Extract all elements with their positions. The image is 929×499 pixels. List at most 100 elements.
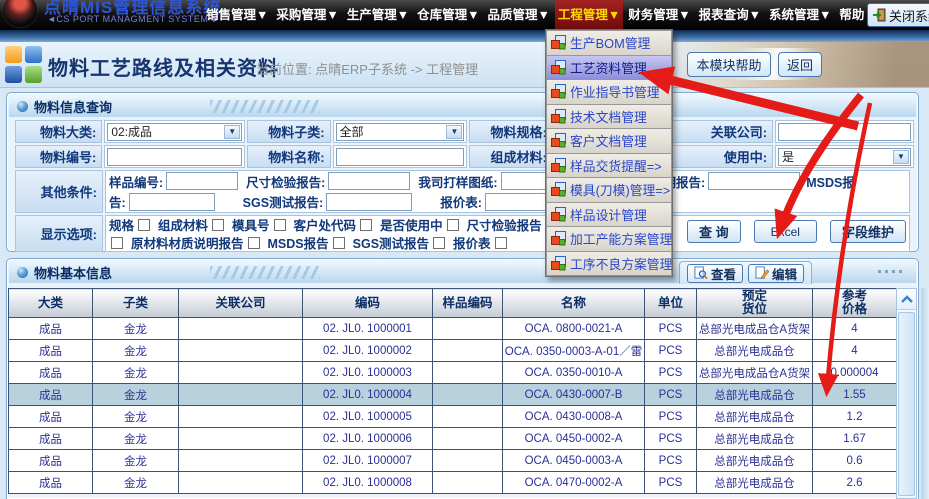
- msds-report-input[interactable]: [129, 193, 215, 211]
- query-panel-title: 物料信息查询: [34, 97, 112, 116]
- quotation-label: 报价表:: [440, 192, 482, 211]
- dropdown-item-work-instruction[interactable]: 作业指导书管理: [546, 79, 672, 105]
- window-squares-icon: [551, 256, 566, 271]
- opt-in-use-checkbox[interactable]: [447, 219, 459, 231]
- dropdown-item-capacity-plan[interactable]: 加工产能方案管理: [546, 226, 672, 252]
- opt-mold-checkbox[interactable]: [274, 219, 286, 231]
- view-button[interactable]: 查看: [687, 264, 743, 283]
- edit-button[interactable]: 编辑: [748, 264, 804, 283]
- table-scrollbar[interactable]: [896, 288, 917, 499]
- dropdown-item-process-data[interactable]: 工艺资料管理: [546, 55, 672, 81]
- table-row[interactable]: 成品金龙02. JL0. 1000002OCA. 0350-0003-A-01／…: [9, 340, 897, 362]
- module-icon: [5, 46, 42, 83]
- material-table: 大类 子类 关联公司 编码 样品编码 名称 单位 预定货位 参考价格 成品金龙0…: [8, 288, 897, 494]
- opt-mold-label: 模具号: [232, 215, 270, 234]
- opt-quotation-checkbox[interactable]: [495, 237, 507, 249]
- material-category-select[interactable]: 02:成品: [107, 123, 242, 141]
- opt-spec-checkbox[interactable]: [138, 219, 150, 231]
- dropdown-item-production-bom[interactable]: 生产BOM管理: [546, 30, 672, 56]
- menu-finance[interactable]: 财务管理▼: [625, 0, 693, 30]
- menu-production[interactable]: 生产管理▼: [344, 0, 412, 30]
- page-scrollbar-strip[interactable]: [921, 288, 929, 499]
- other-conditions-label: 其他条件:: [15, 170, 103, 213]
- opt-sgs-label: SGS测试报告: [353, 233, 429, 252]
- view-magnifier-icon: [694, 266, 708, 280]
- menu-quality[interactable]: 品质管理▼: [485, 0, 553, 30]
- form-row-1: 物料大类: 02:成品 物料子类: 全部 物料规格: 关联公司:: [15, 120, 914, 143]
- query-button[interactable]: 查 询: [687, 220, 741, 243]
- chevron-up-icon: [899, 294, 915, 304]
- table-row[interactable]: 成品金龙02. JL0. 1000007OCA. 0450-0003-APCS总…: [9, 450, 897, 472]
- table-row[interactable]: 成品金龙02. JL0. 1000006OCA. 0450-0002-APCS总…: [9, 428, 897, 450]
- dropdown-item-defect-plan[interactable]: 工序不良方案管理: [546, 251, 672, 277]
- related-company-label: 关联公司:: [670, 120, 773, 143]
- opt-our-drawing-checkbox[interactable]: [111, 237, 123, 249]
- dropdown-item-tech-docs[interactable]: 技术文档管理: [546, 104, 672, 130]
- opt-raw-report-checkbox[interactable]: [248, 237, 260, 249]
- other-conditions-content: 样品编号: 尺寸检验报告: 我司打样图纸: 原材料材质说明报告: MSDS报 告…: [105, 170, 910, 213]
- table-action-tab: 查看 编辑: [679, 261, 812, 284]
- chevron-down-icon[interactable]: [893, 150, 909, 164]
- window-squares-icon: [551, 158, 566, 173]
- menu-system[interactable]: 系统管理▼: [766, 0, 834, 30]
- opt-component-checkbox[interactable]: [212, 219, 224, 231]
- dropdown-item-sample-delivery[interactable]: 样品交货提醒=>: [546, 153, 672, 179]
- opt-sgs-checkbox[interactable]: [433, 237, 445, 249]
- dropdown-item-customer-docs[interactable]: 客户文档管理: [546, 128, 672, 154]
- dropdown-item-sample-design[interactable]: 样品设计管理: [546, 202, 672, 228]
- menu-purchase[interactable]: 采购管理▼: [273, 0, 341, 30]
- menu-sales[interactable]: 销售管理▼: [203, 0, 271, 30]
- field-maintain-button[interactable]: 字段维护: [830, 220, 906, 243]
- raw-material-report-input[interactable]: [708, 172, 800, 190]
- opt-customer-code-checkbox[interactable]: [360, 219, 372, 231]
- table-row[interactable]: 成品金龙02. JL0. 1000005OCA. 0430-0008-APCS总…: [9, 406, 897, 428]
- scrollbar-thumb[interactable]: [898, 312, 915, 496]
- table-row[interactable]: 成品金龙02. JL0. 1000008OCA. 0470-0002-APCS总…: [9, 472, 897, 494]
- form-row-2: 物料编号: 物料名称: 组成材料: 使用中: 是: [15, 145, 914, 168]
- opt-raw-report-label: 原材料材质说明报告: [131, 233, 244, 252]
- header-divider-band: [0, 30, 929, 42]
- chevron-down-icon[interactable]: [446, 125, 462, 139]
- material-name-input[interactable]: [336, 148, 465, 166]
- query-panel-header: 物料信息查询: [9, 95, 916, 117]
- menu-reports[interactable]: 报表查询▼: [696, 0, 764, 30]
- scroll-up-button[interactable]: [897, 289, 916, 310]
- material-spec-label: 物料规格:: [469, 120, 552, 143]
- page-title: 物料工艺路线及相关资料: [48, 52, 279, 81]
- chevron-down-icon[interactable]: [224, 125, 240, 139]
- our-drawing-label: 我司打样图纸:: [418, 172, 497, 191]
- edit-button-label: 编辑: [772, 264, 797, 283]
- dropdown-item-mold-mgmt[interactable]: 模具(刀模)管理=>: [546, 177, 672, 203]
- table-row[interactable]: 成品金龙02. JL0. 1000003OCA. 0350-0010-APCS总…: [9, 362, 897, 384]
- window-squares-icon: [551, 207, 566, 222]
- material-subcategory-value: 全部: [340, 123, 364, 140]
- display-options-label: 显示选项:: [15, 215, 103, 252]
- table-row[interactable]: 成品金龙02. JL0. 1000001OCA. 0800-0021-APCS总…: [9, 318, 897, 340]
- query-form: 物料大类: 02:成品 物料子类: 全部 物料规格: 关联公司: 物料编号: 物…: [15, 120, 914, 254]
- info-panel-title: 物料基本信息: [34, 263, 112, 282]
- in-use-select[interactable]: 是: [778, 148, 911, 166]
- sample-no-input[interactable]: [166, 172, 238, 190]
- material-category-cell: 02:成品: [104, 120, 245, 143]
- size-report-input[interactable]: [328, 172, 410, 190]
- col-unit: 单位: [645, 289, 697, 318]
- panel-drag-handle[interactable]: [878, 270, 902, 273]
- material-subcategory-select[interactable]: 全部: [336, 123, 465, 141]
- opt-msds-checkbox[interactable]: [333, 237, 345, 249]
- info-panel-header: 物料基本信息 查看 编辑: [9, 261, 916, 283]
- material-subcategory-cell: 全部: [333, 120, 468, 143]
- sgs-report-input[interactable]: [326, 193, 412, 211]
- menu-warehouse[interactable]: 仓库管理▼: [414, 0, 482, 30]
- material-code-cell: [104, 145, 245, 168]
- in-use-value: 是: [782, 148, 794, 165]
- excel-export-button[interactable]: Excel: [754, 220, 817, 243]
- module-help-button[interactable]: 本模块帮助: [687, 52, 771, 77]
- related-company-input[interactable]: [778, 123, 911, 141]
- breadcrumb: 当前位置: 点晴ERP子系统 -> 工程管理: [256, 59, 478, 78]
- material-code-label: 物料编号:: [15, 145, 102, 168]
- back-button[interactable]: 返回: [778, 52, 822, 77]
- menu-engineering[interactable]: 工程管理▼: [555, 0, 623, 30]
- close-system-button[interactable]: 关闭系统: [867, 3, 929, 27]
- table-row-selected[interactable]: 成品金龙02. JL0. 1000004OCA. 0430-0007-BPCS总…: [9, 384, 897, 406]
- material-code-input[interactable]: [107, 148, 242, 166]
